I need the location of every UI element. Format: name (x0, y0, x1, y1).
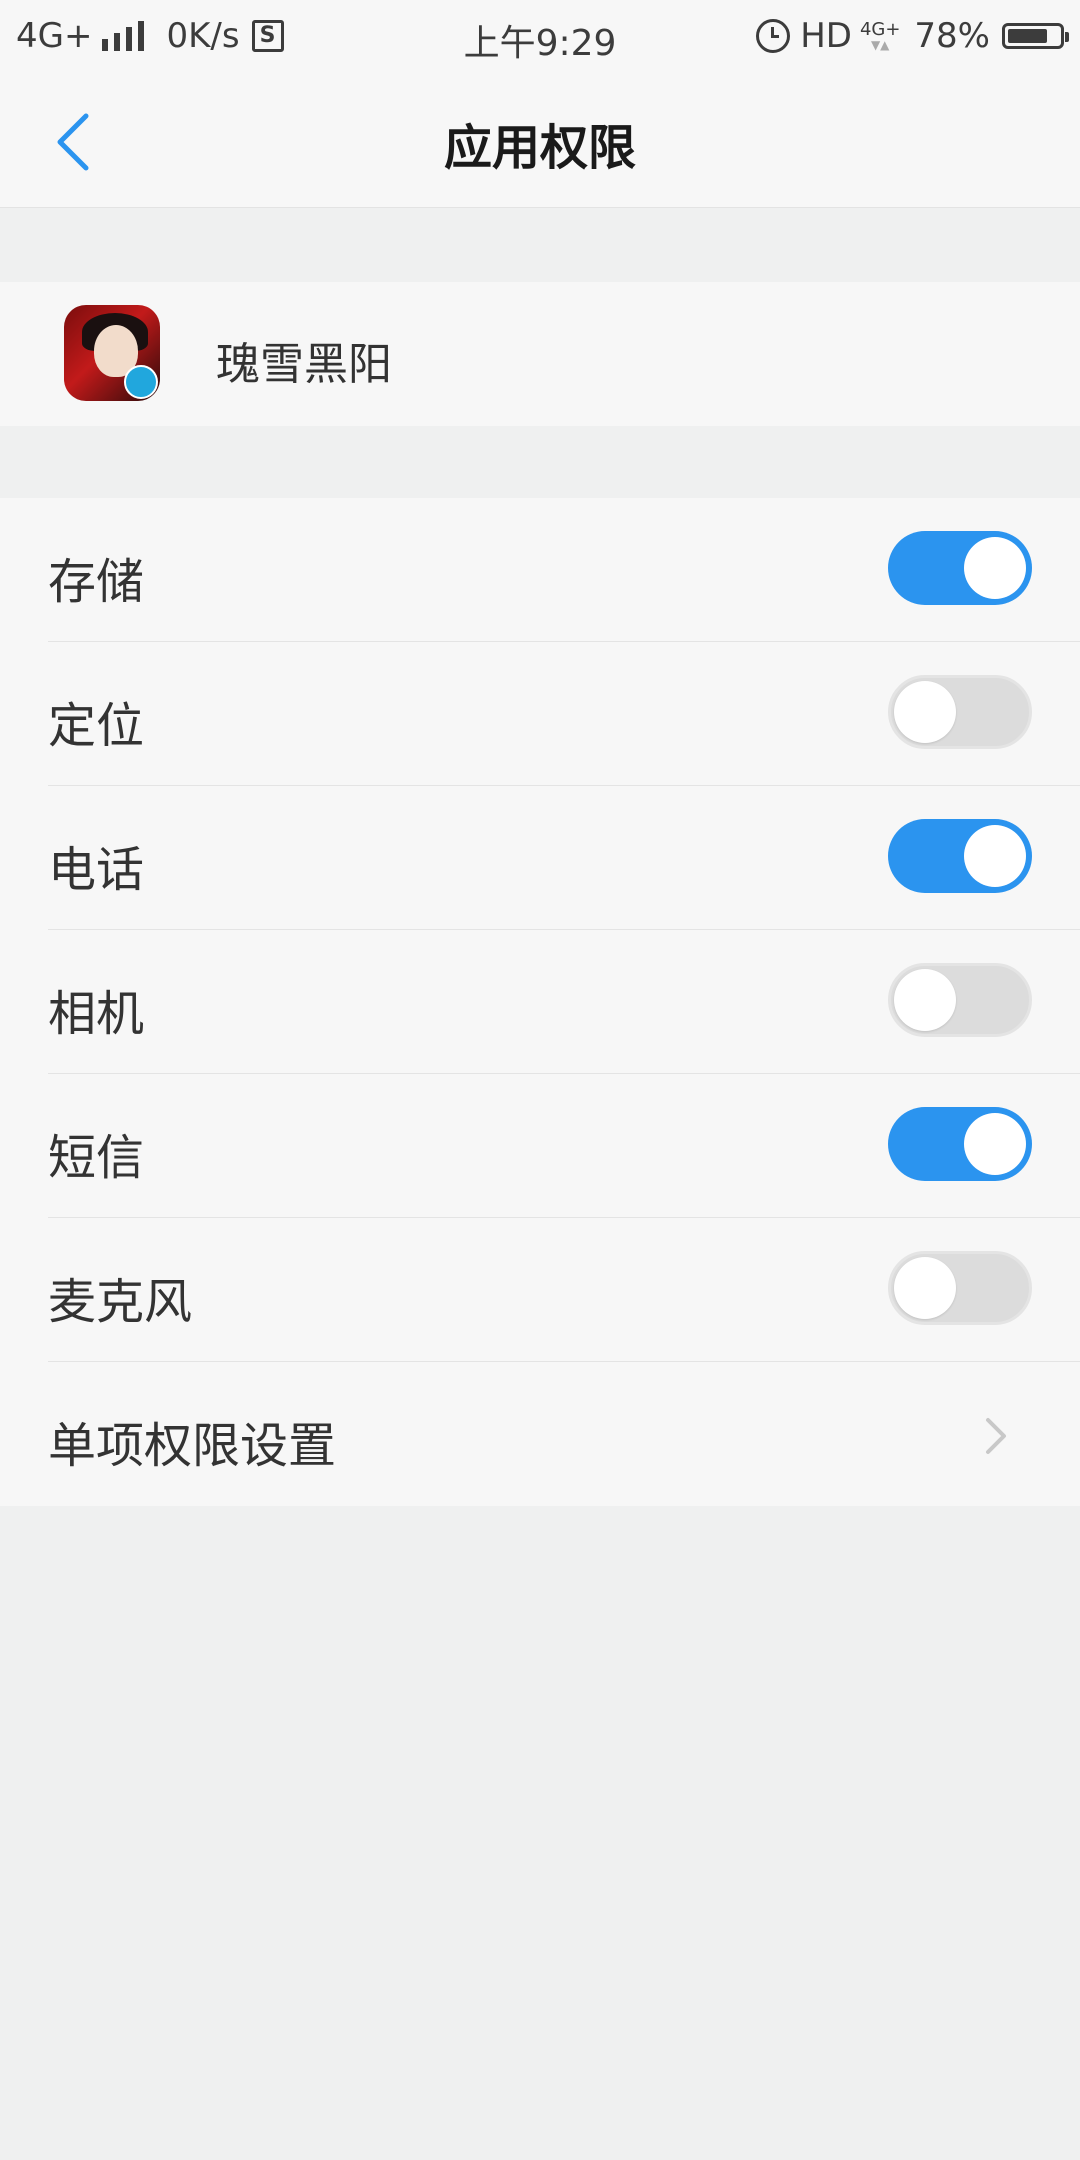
data-network-label: 4G+ (859, 19, 901, 40)
single-permission-label: 单项权限设置 (48, 1418, 337, 1474)
toggle-knob (964, 825, 1026, 887)
permission-label: 存储 (48, 554, 145, 610)
app-badge-icon (124, 365, 158, 399)
permission-row-location: 定位 (0, 642, 1080, 786)
permission-list: 存储 定位 电话 相机 短信 麦克风 单项权限设置 (0, 498, 1080, 1506)
permission-row-sms: 短信 (0, 1074, 1080, 1218)
permission-row-camera: 相机 (0, 930, 1080, 1074)
permission-label: 麦克风 (48, 1274, 193, 1330)
storage-toggle[interactable] (888, 531, 1032, 605)
permission-label: 相机 (48, 986, 145, 1042)
app-info-row: 瑰雪黑阳 (0, 282, 1080, 426)
camera-toggle[interactable] (888, 963, 1032, 1037)
toggle-knob (964, 1113, 1026, 1175)
microphone-toggle[interactable] (888, 1251, 1032, 1325)
single-permission-settings-row[interactable]: 单项权限设置 (0, 1362, 1080, 1506)
page-title: 应用权限 (443, 120, 636, 176)
phone-toggle[interactable] (888, 819, 1032, 893)
alarm-icon (756, 19, 791, 53)
permission-row-microphone: 麦克风 (0, 1218, 1080, 1362)
toggle-knob (894, 969, 956, 1031)
hd-indicator: HD (800, 16, 852, 56)
app-name: 瑰雪黑阳 (216, 339, 392, 390)
data-arrows-icon: ▼▲ (870, 38, 890, 52)
toggle-knob (964, 537, 1026, 599)
permission-label: 定位 (48, 698, 145, 754)
battery-fill (1008, 29, 1047, 43)
toggle-knob (894, 1257, 956, 1319)
toggle-knob (894, 681, 956, 743)
app-header: 应用权限 (0, 72, 1080, 208)
permission-label: 电话 (48, 842, 145, 898)
permission-label: 短信 (48, 1130, 145, 1186)
sms-toggle[interactable] (888, 1107, 1032, 1181)
permission-row-storage: 存储 (0, 498, 1080, 642)
status-bar: 4G+ 0K/s S 上午9:29 HD 4G+ ▼▲ 78% (0, 0, 1080, 72)
battery-icon (1002, 23, 1069, 49)
permission-row-phone: 电话 (0, 786, 1080, 930)
battery-percent: 78% (914, 16, 990, 56)
chevron-right-icon (986, 1418, 1006, 1454)
app-icon (64, 305, 160, 401)
data-network-icon: 4G+ ▼▲ (859, 19, 901, 52)
status-right: HD 4G+ ▼▲ 78% (756, 16, 1069, 56)
location-toggle[interactable] (888, 675, 1032, 749)
